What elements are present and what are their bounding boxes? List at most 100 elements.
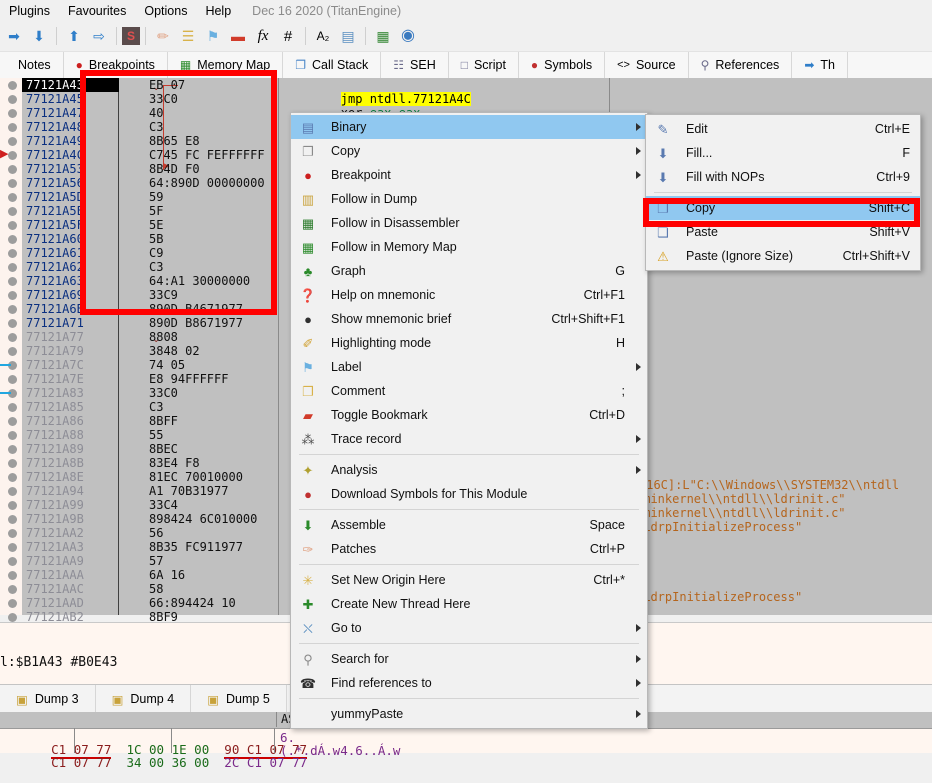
hex-bytes-cell[interactable]: 56 — [119, 526, 163, 540]
context-menu-item-patches[interactable]: ✑ Patches Ctrl+P — [291, 537, 647, 561]
address-cell[interactable]: 77121A9B — [22, 512, 122, 526]
breakpoint-dot[interactable] — [8, 81, 17, 90]
log-icon[interactable]: ☰ — [176, 24, 200, 48]
hex-bytes-cell[interactable]: 8BEC — [119, 442, 178, 456]
hex-bytes-cell[interactable]: 8B65 E8 — [119, 134, 200, 148]
breakpoint-dot[interactable] — [8, 459, 17, 468]
context-menu-item-go-to[interactable]: ⛌ Go to — [291, 616, 647, 640]
hex-bytes-cell[interactable]: 8808 — [119, 330, 178, 344]
breakpoint-dot[interactable] — [8, 487, 17, 496]
hex-bytes-cell[interactable]: C3 — [119, 260, 163, 274]
address-cell[interactable]: 77121AAC — [22, 582, 122, 596]
hash-icon[interactable]: # — [276, 24, 300, 48]
breakpoint-dot[interactable] — [8, 277, 17, 286]
hex-bytes-cell[interactable]: 83E4 F8 — [119, 456, 200, 470]
context-menu-item-search-for[interactable]: ⚲ Search for — [291, 647, 647, 671]
address-cell[interactable]: 77121A7C — [22, 358, 122, 372]
breakpoint-dot[interactable] — [8, 249, 17, 258]
context-menu-item-help-on-mnemonic[interactable]: ❓ Help on mnemonic Ctrl+F1 — [291, 283, 647, 307]
address-cell[interactable]: 77121A7E — [22, 372, 122, 386]
step-out-icon[interactable]: ⬆ — [62, 24, 86, 48]
hex-bytes-cell[interactable]: 57 — [119, 554, 163, 568]
breakpoint-dot[interactable] — [8, 165, 17, 174]
step-into-icon[interactable]: ⬇ — [27, 24, 51, 48]
tab-references[interactable]: ⚲ References — [688, 52, 793, 78]
hex-bytes-cell[interactable]: 5F — [119, 204, 163, 218]
breakpoint-dot[interactable] — [8, 263, 17, 272]
hex-bytes-cell[interactable]: 33C0 — [119, 92, 178, 106]
address-cell[interactable]: 77121A4C — [22, 148, 122, 162]
hex-bytes-cell[interactable]: 890D B4671977 — [119, 302, 243, 316]
hex-bytes-cell[interactable]: 898424 6C010000 — [119, 512, 257, 526]
menu-item-help[interactable]: Help — [196, 2, 240, 20]
breakpoint-dot[interactable] — [8, 613, 17, 622]
font-icon[interactable]: A₂ — [311, 24, 335, 48]
address-cell[interactable]: 77121A45 — [22, 92, 122, 106]
address-cell[interactable]: 77121A47 — [22, 106, 122, 120]
hex-bytes-cell[interactable]: 64:890D 00000000 — [119, 176, 265, 190]
breakpoint-dot[interactable] — [8, 417, 17, 426]
context-menu-item-trace-record[interactable]: ⁂ Trace record — [291, 427, 647, 451]
context-menu-item-graph[interactable]: ♣ Graph G — [291, 259, 647, 283]
address-cell[interactable]: 77121A63 — [22, 274, 122, 288]
context-menu-item-breakpoint[interactable]: ● Breakpoint — [291, 163, 647, 187]
breakpoint-dot[interactable] — [8, 137, 17, 146]
breakpoint-dot[interactable] — [8, 123, 17, 132]
hex-bytes-cell[interactable]: C3 — [119, 400, 163, 414]
breakpoint-dot[interactable] — [8, 445, 17, 454]
function-icon[interactable]: fx — [251, 24, 275, 48]
hex-bytes-cell[interactable]: 8BFF — [119, 414, 178, 428]
hex-bytes-cell[interactable]: 59 — [119, 190, 163, 204]
tab-symbols[interactable]: ● Symbols — [518, 52, 606, 78]
context-menu-item-find-references-to[interactable]: ☎ Find references to — [291, 671, 647, 695]
address-cell[interactable]: 77121A62 — [22, 260, 122, 274]
breakpoint-dot[interactable] — [8, 347, 17, 356]
address-cell[interactable]: 77121AA9 — [22, 554, 122, 568]
context-menu-item-analysis[interactable]: ✦ Analysis — [291, 458, 647, 482]
hex-bytes-cell[interactable]: 890D B8671977 — [119, 316, 243, 330]
breakpoint-dot[interactable] — [8, 235, 17, 244]
breakpoint-dot[interactable] — [8, 319, 17, 328]
calculator-icon[interactable]: ▦ — [371, 24, 395, 48]
breakpoint-dot[interactable] — [8, 221, 17, 230]
tab-script[interactable]: □ Script — [448, 52, 519, 78]
run-icon[interactable]: ➡ — [2, 24, 26, 48]
hex-bytes-cell[interactable]: 33C0 — [119, 386, 178, 400]
binary-submenu-item-paste[interactable]: ❑ Paste Shift+V — [646, 220, 920, 244]
address-cell[interactable]: 77121AAD — [22, 596, 122, 610]
address-cell[interactable]: 77121AA3 — [22, 540, 122, 554]
context-menu-item-yummypaste[interactable]: yummyPaste — [291, 702, 647, 726]
hex-dump-row[interactable]: C1 07 77 1C 00 1E 00 90 C1 07 77 — [6, 730, 308, 759]
context-menu-item-highlighting-mode[interactable]: ✐ Highlighting mode H — [291, 331, 647, 355]
breakpoint-dot[interactable] — [8, 179, 17, 188]
breakpoint-dot[interactable] — [8, 291, 17, 300]
address-cell[interactable]: 77121A8E — [22, 470, 122, 484]
hex-bytes-cell[interactable]: 3848 02 — [119, 344, 200, 358]
hex-bytes-cell[interactable]: 5E — [119, 218, 163, 232]
hex-bytes-cell[interactable]: 8B35 FC911977 — [119, 540, 243, 554]
tab-breakpoints[interactable]: ● Breakpoints — [63, 52, 168, 78]
context-menu-item-label[interactable]: ⚑ Label — [291, 355, 647, 379]
context-menu-item-show-mnemonic-brief[interactable]: ● Show mnemonic brief Ctrl+Shift+F1 — [291, 307, 647, 331]
hex-bytes-cell[interactable]: C745 FC FEFFFFFF — [119, 148, 265, 162]
hex-bytes-cell[interactable]: 66:894424 10 — [119, 596, 236, 610]
hex-bytes-cell[interactable]: 74 05 — [119, 358, 185, 372]
hex-bytes-cell[interactable]: 81EC 70010000 — [119, 470, 243, 484]
binary-submenu-item-edit[interactable]: ✎ Edit Ctrl+E — [646, 117, 920, 141]
address-cell[interactable]: 77121A56 — [22, 176, 122, 190]
hex-bytes-cell[interactable]: 58 — [119, 582, 163, 596]
step-over-user-icon[interactable]: ⇨ — [87, 24, 111, 48]
address-cell[interactable]: 77121A77 — [22, 330, 122, 344]
hex-bytes-cell[interactable]: 55 — [119, 428, 163, 442]
breakpoint-dot[interactable] — [8, 585, 17, 594]
address-cell[interactable]: 77121AAA — [22, 568, 122, 582]
patch-icon[interactable]: ✏ — [151, 24, 175, 48]
hex-bytes-cell[interactable]: 33C4 — [119, 498, 178, 512]
address-cell[interactable]: 77121A43 — [22, 78, 120, 92]
menu-item-plugins[interactable]: Plugins — [0, 2, 59, 20]
tab-notes[interactable]: Notes — [0, 52, 64, 78]
breakpoint-dot[interactable] — [8, 599, 17, 608]
context-menu-item-assemble[interactable]: ⬇ Assemble Space — [291, 513, 647, 537]
breakpoint-dot[interactable] — [8, 193, 17, 202]
breakpoint-dot[interactable] — [8, 375, 17, 384]
